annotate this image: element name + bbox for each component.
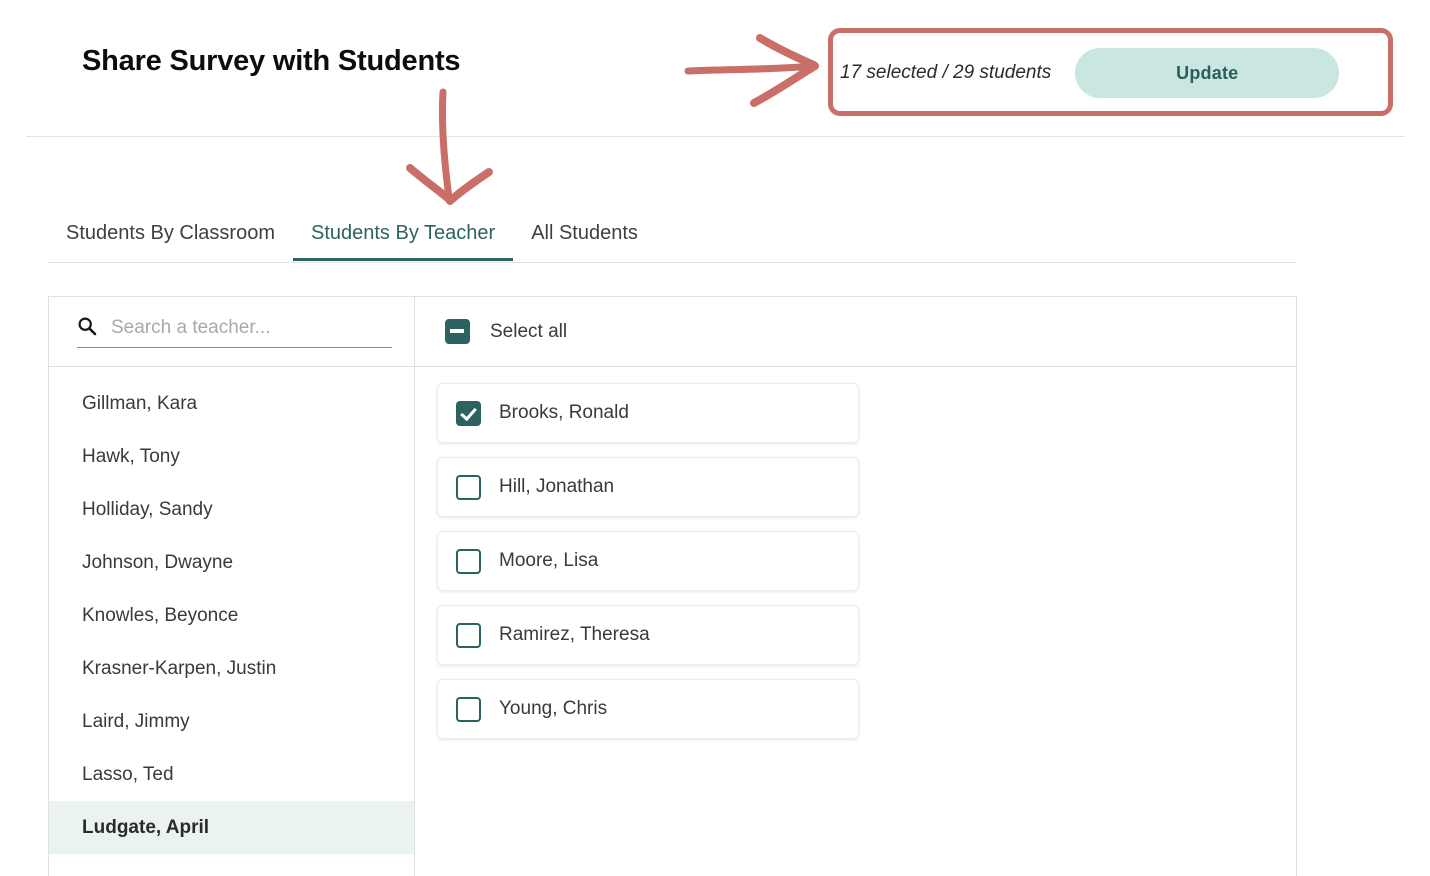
tab-label: All Students: [531, 222, 638, 244]
student-card[interactable]: Ramirez, Theresa: [437, 605, 859, 665]
student-checkbox[interactable]: [456, 474, 481, 500]
teacher-name: Knowles, Beyonce: [82, 604, 239, 626]
teacher-name: Lasso, Ted: [82, 763, 174, 785]
teacher-name: Laird, Jimmy: [82, 710, 190, 732]
tab-label: Students By Teacher: [310, 222, 496, 244]
page-header: Share Survey with Students 17 selected /…: [0, 0, 1430, 137]
teacher-list-item-selected[interactable]: Ludgate, April: [49, 801, 414, 854]
teacher-search-row: [49, 297, 414, 367]
teacher-list[interactable]: Gillman, Kara Hawk, Tony Holliday, Sandy…: [49, 367, 414, 876]
student-name: Ramirez, Theresa: [499, 624, 650, 645]
search-field-wrapper[interactable]: [77, 316, 392, 348]
tab-bar-divider: [48, 262, 1297, 263]
select-all-label: Select all: [490, 320, 568, 342]
student-checkbox[interactable]: [456, 622, 481, 648]
tab-all-students[interactable]: All Students: [513, 222, 656, 261]
selection-controls: 17 selected / 29 students Update: [840, 48, 1340, 98]
teacher-list-item[interactable]: Krasner-Karpen, Justin: [49, 642, 414, 695]
teacher-name: Krasner-Karpen, Justin: [82, 657, 277, 679]
header-divider: [26, 136, 1405, 137]
student-card[interactable]: Young, Chris: [437, 679, 859, 739]
teacher-list-item[interactable]: Lasso, Ted: [49, 748, 414, 801]
tab-students-by-teacher[interactable]: Students By Teacher: [292, 222, 514, 261]
search-icon: [77, 316, 97, 341]
tab-bar: Students By Classroom Students By Teache…: [48, 205, 1297, 263]
tab-label: Students By Classroom: [66, 222, 275, 244]
teacher-name: Hawk, Tony: [82, 445, 180, 467]
select-all-row[interactable]: Select all: [415, 297, 1296, 367]
select-all-checkbox[interactable]: [445, 319, 470, 344]
teacher-name: Ludgate, April: [82, 816, 210, 838]
student-checkbox[interactable]: [456, 696, 481, 722]
teacher-name: Gillman, Kara: [82, 392, 198, 414]
teacher-list-item[interactable]: Holliday, Sandy: [49, 483, 414, 536]
teacher-list-item[interactable]: Laird, Jimmy: [49, 695, 414, 748]
teacher-name: Holliday, Sandy: [82, 498, 213, 520]
update-button[interactable]: Update: [1075, 48, 1340, 98]
student-checkbox[interactable]: [456, 400, 481, 426]
teacher-list-item[interactable]: Gillman, Kara: [49, 377, 414, 430]
selection-panel: Gillman, Kara Hawk, Tony Holliday, Sandy…: [48, 296, 1297, 876]
teacher-list-item[interactable]: Knowles, Beyonce: [49, 589, 414, 642]
selection-count-label: 17 selected / 29 students: [840, 62, 1052, 83]
teacher-column: Gillman, Kara Hawk, Tony Holliday, Sandy…: [49, 297, 415, 876]
student-grid: Brooks, Ronald Hill, Jonathan Moore, Lis…: [415, 367, 1296, 753]
page-title: Share Survey with Students: [82, 45, 461, 77]
teacher-list-item[interactable]: Johnson, Dwayne: [49, 536, 414, 589]
student-card[interactable]: Moore, Lisa: [437, 531, 859, 591]
student-card[interactable]: Brooks, Ronald: [437, 383, 859, 443]
student-column: Select all Brooks, Ronald Hill, Jonathan…: [415, 297, 1296, 876]
search-input[interactable]: [109, 316, 392, 340]
student-name: Hill, Jonathan: [499, 476, 615, 497]
teacher-list-item[interactable]: Hawk, Tony: [49, 430, 414, 483]
student-checkbox[interactable]: [456, 548, 481, 574]
student-card[interactable]: Hill, Jonathan: [437, 457, 859, 517]
teacher-name: Johnson, Dwayne: [82, 551, 234, 573]
tab-students-by-classroom[interactable]: Students By Classroom: [48, 222, 293, 261]
student-name: Young, Chris: [499, 698, 608, 719]
student-name: Moore, Lisa: [499, 550, 599, 571]
student-name: Brooks, Ronald: [499, 402, 629, 423]
